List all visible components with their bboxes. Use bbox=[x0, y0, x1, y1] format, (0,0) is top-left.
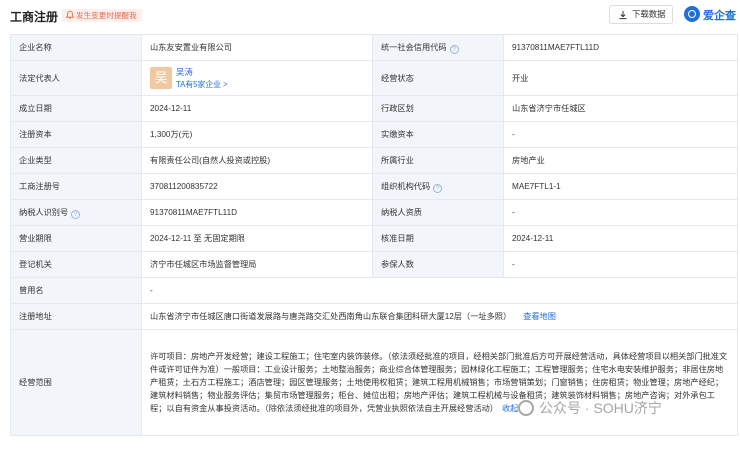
field-label: 企业类型 bbox=[10, 147, 142, 174]
field-label: 注册地址 bbox=[10, 303, 142, 330]
company-type: 有限责任公司(自然人投资或控股) bbox=[141, 147, 373, 174]
table-row: 纳税人识别号? 91370811MAE7FTL11D 纳税人资质 - bbox=[10, 199, 738, 226]
aiqicha-logo: 爱企查 bbox=[684, 4, 738, 24]
watermark: 公众号 · SOHU济宁 bbox=[518, 395, 738, 421]
field-label: 纳税人资质 bbox=[372, 199, 504, 226]
table-row: 登记机关 济宁市任城区市场监督管理局 参保人数 - bbox=[10, 251, 738, 278]
admin-region: 山东省济宁市任城区 bbox=[503, 95, 738, 122]
field-label: 实缴资本 bbox=[372, 121, 504, 148]
taxpayer-id: 91370811MAE7FTL11D bbox=[141, 199, 373, 226]
registered-capital: 1,300万(元) bbox=[141, 121, 373, 148]
org-code: MAE7FTL1-1 bbox=[503, 173, 738, 200]
help-icon[interactable]: ? bbox=[433, 184, 443, 193]
company-name: 山东友安置业有限公司 bbox=[141, 34, 373, 61]
table-row: 法定代表人 吴 吴涛 TA有5家企业 > 经营状态 开业 bbox=[10, 60, 738, 96]
address-cell: 山东省济宁市任城区唐口街道发展路与唐尧路交汇处西南角山东联合集团科研大厦12层（… bbox=[141, 303, 738, 330]
avatar: 吴 bbox=[150, 66, 172, 89]
view-map-link[interactable]: 查看地图 bbox=[523, 312, 556, 321]
field-label: 企业名称 bbox=[10, 34, 142, 61]
section-title: 工商注册 bbox=[10, 10, 59, 24]
table-row: 注册地址 山东省济宁市任城区唐口街道发展路与唐尧路交汇处西南角山东联合集团科研大… bbox=[10, 303, 738, 330]
field-label: 营业期限 bbox=[10, 225, 142, 252]
field-label: 注册资本 bbox=[10, 121, 142, 148]
wechat-icon bbox=[518, 400, 534, 416]
collapse-link[interactable]: 收起 bbox=[502, 404, 518, 413]
registration-authority: 济宁市任城区市场监督管理局 bbox=[141, 251, 373, 278]
table-row: 成立日期 2024-12-11 行政区划 山东省济宁市任城区 bbox=[10, 95, 738, 122]
field-label: 统一社会信用代码? bbox=[372, 34, 504, 61]
section-header: 工商注册 发生变更时提醒我 下载数据 爱企查 bbox=[0, 0, 740, 28]
industry: 房地产业 bbox=[503, 147, 738, 174]
field-label: 经营范围 bbox=[10, 329, 142, 436]
former-name: - bbox=[141, 277, 738, 304]
field-label: 曾用名 bbox=[10, 277, 142, 304]
table-row: 营业期限 2024-12-11 至 无固定期限 核准日期 2024-12-11 bbox=[10, 225, 738, 252]
table-row: 注册资本 1,300万(元) 实缴资本 - bbox=[10, 121, 738, 148]
field-label: 工商注册号 bbox=[10, 173, 142, 200]
established-date: 2024-12-11 bbox=[141, 95, 373, 122]
field-label: 经营状态 bbox=[372, 60, 504, 96]
approval-date: 2024-12-11 bbox=[503, 225, 738, 252]
table-row: 曾用名 - bbox=[10, 277, 738, 304]
taxpayer-qualification: - bbox=[503, 199, 738, 226]
field-label: 核准日期 bbox=[372, 225, 504, 252]
bell-icon bbox=[65, 10, 75, 19]
logo-text: 爱企查 bbox=[703, 10, 736, 22]
download-data-button[interactable]: 下载数据 bbox=[609, 5, 673, 24]
field-label: 参保人数 bbox=[372, 251, 504, 278]
table-row: 工商注册号 370811200835722 组织机构代码? MAE7FTL1-1 bbox=[10, 173, 738, 200]
field-label: 法定代表人 bbox=[10, 60, 142, 96]
business-status: 开业 bbox=[503, 60, 738, 96]
field-label: 组织机构代码? bbox=[372, 173, 504, 200]
insured-count: - bbox=[503, 251, 738, 278]
registered-address: 山东省济宁市任城区唐口街道发展路与唐尧路交汇处西南角山东联合集团科研大厦12层（… bbox=[150, 312, 512, 321]
legal-rep-cell: 吴 吴涛 TA有5家企业 > bbox=[141, 60, 373, 96]
field-label: 登记机关 bbox=[10, 251, 142, 278]
field-label: 所属行业 bbox=[372, 147, 504, 174]
watermark-text: 公众号 · SOHU济宁 bbox=[539, 400, 662, 416]
legal-rep-companies-link[interactable]: TA有5家企业 > bbox=[176, 78, 228, 91]
registration-table: 企业名称 山东友安置业有限公司 统一社会信用代码? 91370811MAE7FT… bbox=[10, 34, 738, 436]
registration-number: 370811200835722 bbox=[141, 173, 373, 200]
table-row: 企业名称 山东友安置业有限公司 统一社会信用代码? 91370811MAE7FT… bbox=[10, 34, 738, 61]
paid-capital: - bbox=[503, 121, 738, 148]
field-label: 成立日期 bbox=[10, 95, 142, 122]
field-label: 纳税人识别号? bbox=[10, 199, 142, 226]
change-reminder-button[interactable]: 发生变更时提醒我 bbox=[62, 9, 142, 22]
reminder-label: 发生变更时提醒我 bbox=[76, 11, 137, 20]
field-label: 行政区划 bbox=[372, 95, 504, 122]
business-term: 2024-12-11 至 无固定期限 bbox=[141, 225, 373, 252]
download-label: 下载数据 bbox=[632, 9, 666, 19]
help-icon[interactable]: ? bbox=[71, 210, 81, 219]
table-row: 企业类型 有限责任公司(自然人投资或控股) 所属行业 房地产业 bbox=[10, 147, 738, 174]
logo-mark-icon bbox=[684, 6, 700, 22]
credit-code: 91370811MAE7FTL11D bbox=[503, 34, 738, 61]
download-icon bbox=[619, 11, 627, 20]
help-icon[interactable]: ? bbox=[449, 45, 459, 54]
